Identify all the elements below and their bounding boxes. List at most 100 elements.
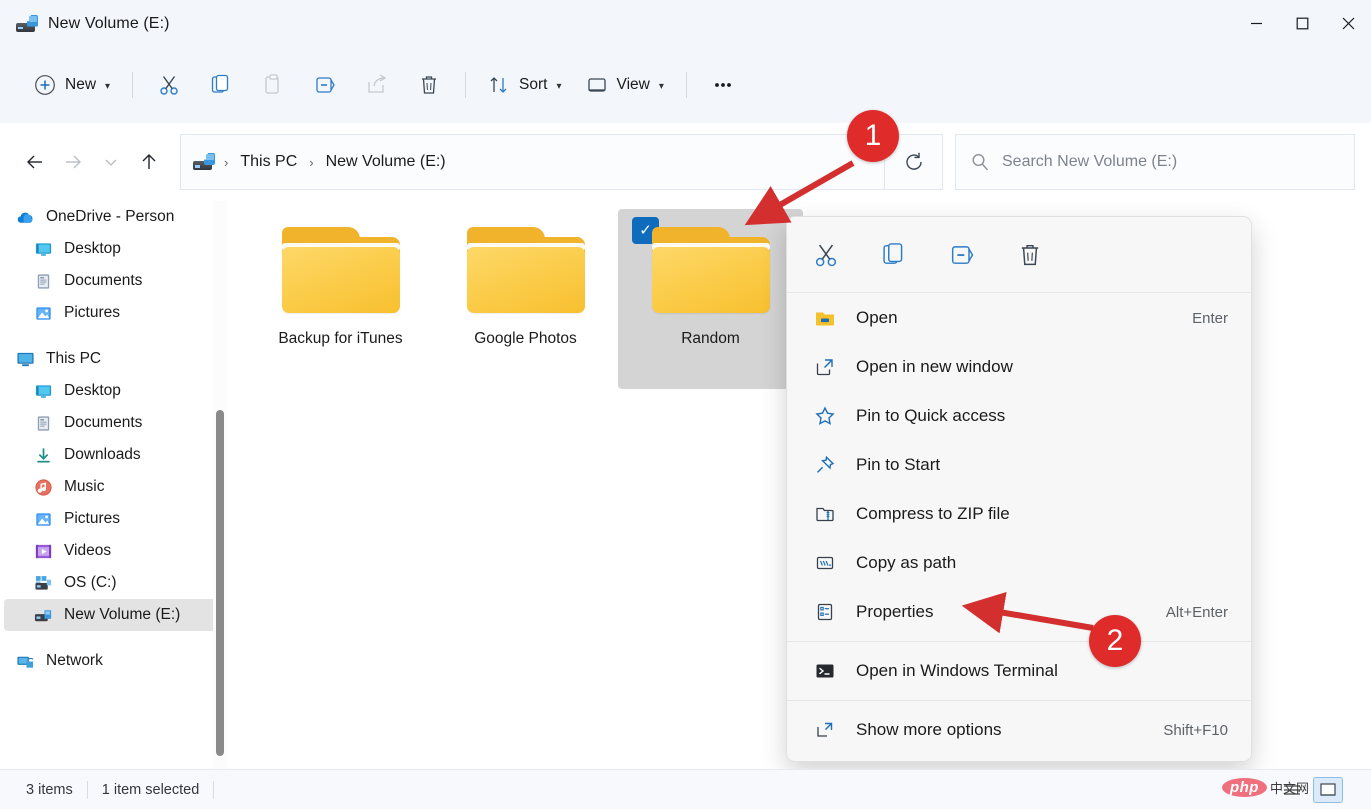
address-bar[interactable]: › This PC › New Volume (E:): [180, 134, 885, 190]
chevron-down-icon: [105, 159, 117, 166]
sidebar-item-documents[interactable]: Documents: [4, 265, 224, 297]
context-menu-item-pin-to-start[interactable]: Pin to Start: [792, 441, 1246, 489]
context-menu-item-properties[interactable]: Properties Alt+Enter: [792, 588, 1246, 636]
documents-icon: [34, 414, 53, 433]
desktop-icon: [34, 382, 53, 401]
breadcrumb-new-volume[interactable]: New Volume (E:): [319, 149, 453, 175]
context-menu-item-label: Open: [856, 308, 898, 327]
sidebar-item-label: Network: [46, 652, 103, 669]
breadcrumb-this-pc[interactable]: This PC: [233, 149, 304, 175]
sidebar-item-documents[interactable]: Documents: [4, 407, 224, 439]
context-delete-button[interactable]: [1007, 232, 1053, 278]
window-title: New Volume (E:): [48, 14, 170, 32]
context-copy-button[interactable]: [871, 232, 917, 278]
context-menu-item-open-in-new-window[interactable]: Open in new window: [792, 343, 1246, 391]
cut-icon: [160, 76, 178, 95]
close-icon: [1342, 17, 1354, 30]
copy-button[interactable]: [199, 65, 243, 105]
recent-locations-button[interactable]: [92, 143, 130, 181]
sidebar-item-videos[interactable]: Videos: [4, 535, 224, 567]
up-button[interactable]: [130, 143, 168, 181]
back-button[interactable]: [16, 143, 54, 181]
sidebar-item-label: Music: [64, 478, 105, 495]
navigation-scrollbar[interactable]: [213, 201, 227, 769]
view-button[interactable]: View ▾: [574, 66, 676, 104]
command-bar: New ▾ Sort ▾ View ▾: [0, 47, 1371, 123]
item-count-label: 3 items: [26, 781, 73, 798]
context-menu-item-pin-to-quick-access[interactable]: Pin to Quick access: [792, 392, 1246, 440]
cut-button[interactable]: [147, 65, 191, 105]
search-box[interactable]: [955, 134, 1355, 190]
context-menu-item-compress-to-zip-file[interactable]: Compress to ZIP file: [792, 490, 1246, 538]
desktop-icon: [34, 240, 53, 259]
delete-button[interactable]: [407, 65, 451, 105]
forward-button[interactable]: [54, 143, 92, 181]
paste-icon: [265, 74, 279, 94]
context-menu-separator: [787, 641, 1251, 642]
share-button[interactable]: [355, 65, 399, 105]
music-icon: [34, 478, 53, 497]
minimize-button[interactable]: [1233, 0, 1279, 47]
context-menu[interactable]: Open Enter Open in new window Pin to Quick …: [786, 216, 1252, 762]
large-icons-view-button[interactable]: [1313, 776, 1343, 803]
sidebar-item-label: Desktop: [64, 382, 121, 399]
sidebar-item-network[interactable]: Network: [4, 645, 224, 677]
context-menu-item-open[interactable]: Open Enter: [792, 294, 1246, 342]
sidebar-item-music[interactable]: Music: [4, 471, 224, 503]
folder-icon: [812, 307, 838, 329]
sidebar-item-label: OS (C:): [64, 574, 117, 591]
ellipsis-icon: [714, 83, 731, 87]
delete-icon: [1021, 244, 1039, 265]
sort-button[interactable]: Sort ▾: [476, 66, 573, 104]
close-button[interactable]: [1325, 0, 1371, 47]
file-tile[interactable]: Google Photos: [433, 209, 618, 389]
context-rename-button[interactable]: [939, 232, 985, 278]
chevron-down-icon: ▾: [658, 80, 664, 92]
maximize-button[interactable]: [1279, 0, 1325, 47]
sidebar-item-label: Desktop: [64, 240, 121, 257]
context-menu-item-show-more-options[interactable]: Show more options Shift+F10: [792, 706, 1246, 754]
sidebar-item-label: This PC: [46, 350, 102, 367]
rename-button[interactable]: [303, 65, 347, 105]
context-menu-item-shortcut: Shift+F10: [1163, 721, 1228, 739]
context-menu-item-label: Show more options: [856, 720, 1002, 739]
file-tile[interactable]: ✓ Random: [618, 209, 803, 389]
copy-icon: [883, 242, 903, 264]
sidebar-item-pictures[interactable]: Pictures: [4, 297, 224, 329]
context-cut-button[interactable]: [803, 232, 849, 278]
sidebar-item-os-c[interactable]: OS (C:): [4, 567, 224, 599]
file-tile[interactable]: Backup for iTunes: [248, 209, 433, 389]
sort-icon: [490, 77, 507, 93]
share-icon: [368, 74, 387, 93]
network-icon: [16, 652, 35, 671]
sidebar-item-pictures[interactable]: Pictures: [4, 503, 224, 535]
sidebar-item-desktop[interactable]: Desktop: [4, 233, 224, 265]
sort-button-label: Sort: [519, 76, 548, 93]
toolbar-divider-2: [465, 72, 467, 98]
sidebar-item-label: OneDrive - Person: [46, 208, 175, 225]
sidebar-item-downloads[interactable]: Downloads: [4, 439, 224, 471]
context-menu-item-copy-as-path[interactable]: Copy as path: [792, 539, 1246, 587]
see-more-button[interactable]: [701, 65, 745, 105]
sidebar-item-this-pc[interactable]: This PC: [4, 343, 224, 375]
search-input[interactable]: [1002, 153, 1340, 171]
minimize-icon: [1250, 22, 1262, 25]
paste-button[interactable]: [251, 65, 295, 105]
zip-icon: [812, 503, 838, 525]
navigation-scrollbar-thumb[interactable]: [216, 410, 224, 756]
toolbar-divider-1: [132, 72, 134, 98]
navigation-pane[interactable]: OneDrive - Person Desktop Documents Picture…: [0, 201, 228, 769]
folder-icon: [465, 221, 587, 317]
context-menu-item-open-in-windows-terminal[interactable]: Open in Windows Terminal: [792, 647, 1246, 695]
large-icons-view-icon: [1320, 782, 1336, 796]
folder-icon: [650, 221, 772, 317]
new-button[interactable]: New ▾: [22, 66, 122, 104]
sidebar-item-label: Downloads: [64, 446, 141, 463]
sidebar-item-label: Documents: [64, 414, 143, 431]
watermark: php 中文网: [1221, 778, 1309, 797]
delete-icon: [422, 76, 437, 94]
sidebar-item-desktop[interactable]: Desktop: [4, 375, 224, 407]
sidebar-item-new-volume-e[interactable]: New Volume (E:): [4, 599, 224, 631]
copy-icon: [211, 74, 229, 93]
sidebar-item-onedrive-person[interactable]: OneDrive - Person: [4, 201, 224, 233]
